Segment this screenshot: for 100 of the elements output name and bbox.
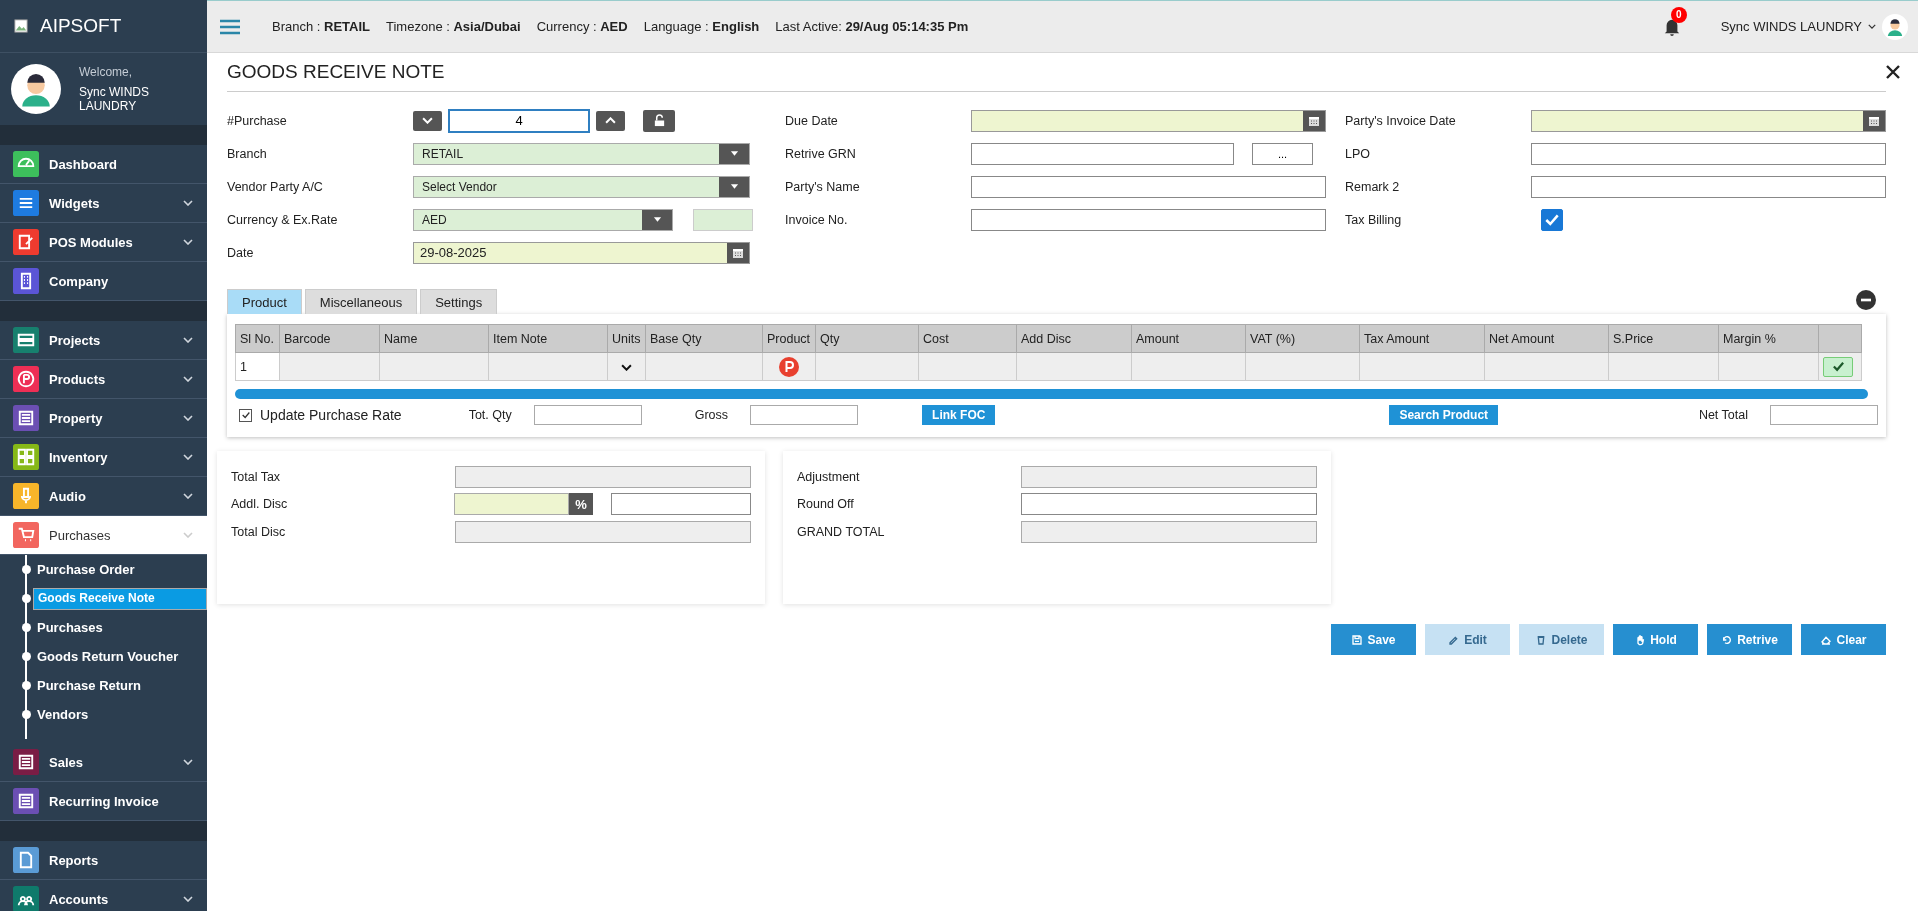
checkbox[interactable] — [239, 408, 252, 422]
column-header: S.Price — [1608, 324, 1719, 353]
field-label: Invoice No. — [785, 212, 849, 227]
menu-icon[interactable] — [220, 18, 240, 35]
user-menu[interactable]: Sync WINDS LAUNDRY — [1720, 19, 1862, 34]
confirm-button[interactable] — [1823, 356, 1853, 377]
header-info: Timezone : Asia/Dubai — [386, 19, 521, 34]
column-header: Add Disc — [1016, 324, 1132, 353]
date-field[interactable] — [1531, 109, 1886, 132]
column-header: Net Amount — [1484, 324, 1609, 353]
action-button[interactable]: Save — [1331, 624, 1416, 655]
submenu-item[interactable]: Purchase Order — [33, 556, 207, 583]
tab[interactable]: Product — [227, 289, 302, 314]
horizontal-scrollbar[interactable] — [235, 389, 1868, 399]
date-field[interactable]: 29-08-2025 — [413, 241, 750, 264]
field-label: GRAND TOTAL — [797, 524, 886, 539]
caret-down-icon — [729, 183, 739, 190]
field-label: Party's Name — [785, 179, 861, 194]
retrive-grn-field[interactable] — [971, 142, 1234, 165]
action-button[interactable]: Hold — [1613, 624, 1698, 655]
date-field[interactable] — [971, 109, 1326, 132]
page-title: GOODS RECEIVE NOTE — [227, 61, 445, 83]
checkmark-icon — [240, 410, 251, 420]
checkbox[interactable] — [1541, 208, 1563, 231]
percent-button[interactable]: % — [569, 493, 593, 516]
column-header: VAT (%) — [1245, 324, 1360, 353]
field-label: Net Total — [1698, 408, 1748, 422]
sidebar-item[interactable]: Widgets — [0, 184, 207, 223]
readonly-field[interactable] — [455, 465, 751, 488]
sidebar-item[interactable]: Reports — [0, 841, 207, 880]
column-header: Margin % — [1718, 324, 1819, 353]
readonly-field[interactable] — [1021, 465, 1317, 488]
column-header: Product — [762, 324, 816, 353]
submenu-item[interactable]: Vendors — [33, 701, 207, 728]
text-field[interactable] — [1531, 142, 1886, 165]
text-field[interactable] — [1021, 493, 1317, 516]
exchange-rate-field[interactable] — [693, 208, 753, 231]
sidebar-item[interactable]: Property — [0, 399, 207, 438]
close-icon[interactable] — [1886, 65, 1900, 79]
column-header: Tax Amount — [1359, 324, 1485, 353]
text-field[interactable] — [971, 175, 1326, 198]
calendar-icon — [732, 246, 744, 259]
browse-button[interactable]: ... — [1252, 142, 1313, 165]
readonly-field[interactable] — [1021, 520, 1317, 543]
chevron-down-icon — [183, 239, 193, 245]
text-field[interactable] — [1531, 175, 1886, 198]
select-field[interactable]: AED — [413, 208, 673, 231]
chevron-down-icon — [183, 532, 193, 538]
chevron-down-icon[interactable] — [621, 363, 632, 371]
column-header: Amount — [1131, 324, 1246, 353]
checkmark-icon — [1831, 360, 1845, 373]
select-field[interactable]: Select Vendor — [413, 175, 750, 198]
column-header: Item Note — [488, 324, 608, 353]
field-label: Branch — [227, 146, 268, 161]
column-header: Base Qty — [645, 324, 763, 353]
avatar-icon — [11, 64, 61, 114]
tab[interactable]: Settings — [420, 289, 498, 314]
field-label: Total Tax — [231, 469, 282, 484]
gross-field[interactable] — [750, 405, 859, 425]
sidebar-item[interactable]: Inventory — [0, 438, 207, 477]
sidebar-item[interactable]: POS Modules — [0, 223, 207, 262]
field-label: Round Off — [797, 497, 855, 512]
select-field[interactable]: RETAIL — [413, 142, 750, 165]
unlock-button[interactable] — [643, 109, 675, 132]
action-button[interactable]: Retrive — [1707, 624, 1792, 655]
column-header: Cost — [918, 324, 1017, 353]
discount-field[interactable] — [454, 493, 570, 516]
next-button[interactable] — [596, 110, 625, 131]
chevron-down-icon — [183, 493, 193, 499]
submenu-item[interactable]: Goods Return Voucher — [33, 643, 207, 670]
sidebar-item[interactable]: Projects — [0, 321, 207, 360]
sidebar-item[interactable]: Sales — [0, 743, 207, 782]
chevron-down-icon — [183, 376, 193, 382]
sidebar-item[interactable]: Products — [0, 360, 207, 399]
text-field[interactable] — [971, 208, 1326, 231]
discount-amount-field[interactable] — [611, 493, 751, 516]
sidebar-item[interactable]: Purchases — [0, 516, 207, 555]
collapse-icon[interactable] — [1856, 290, 1876, 310]
tab[interactable]: Miscellaneous — [304, 289, 418, 314]
sidebar-item[interactable]: Dashboard — [0, 145, 207, 184]
broken-image-icon — [14, 19, 28, 33]
calendar-icon — [1308, 114, 1320, 127]
action-button[interactable]: Clear — [1801, 624, 1886, 655]
net-total-field[interactable] — [1770, 405, 1878, 425]
product-icon[interactable] — [779, 356, 799, 377]
bullet-icon — [22, 681, 31, 690]
purchase-number-field[interactable]: 4 — [448, 108, 590, 133]
bullet-icon — [22, 565, 31, 574]
field-label: LPO — [1345, 146, 1371, 161]
submenu-item[interactable]: Purchase Return — [33, 672, 207, 699]
sidebar-item[interactable]: Accounts — [0, 880, 207, 911]
field-label: Vendor Party A/C — [227, 179, 324, 194]
bullet-icon — [22, 623, 31, 632]
total-qty-field[interactable] — [533, 405, 642, 425]
submenu-item[interactable]: Purchases — [33, 614, 207, 641]
previous-button[interactable] — [413, 110, 442, 131]
readonly-field[interactable] — [455, 520, 751, 543]
field-label: Addl. Disc — [231, 497, 289, 512]
notification-badge: 0 — [1670, 6, 1687, 23]
header-info: Language : English — [643, 19, 760, 34]
